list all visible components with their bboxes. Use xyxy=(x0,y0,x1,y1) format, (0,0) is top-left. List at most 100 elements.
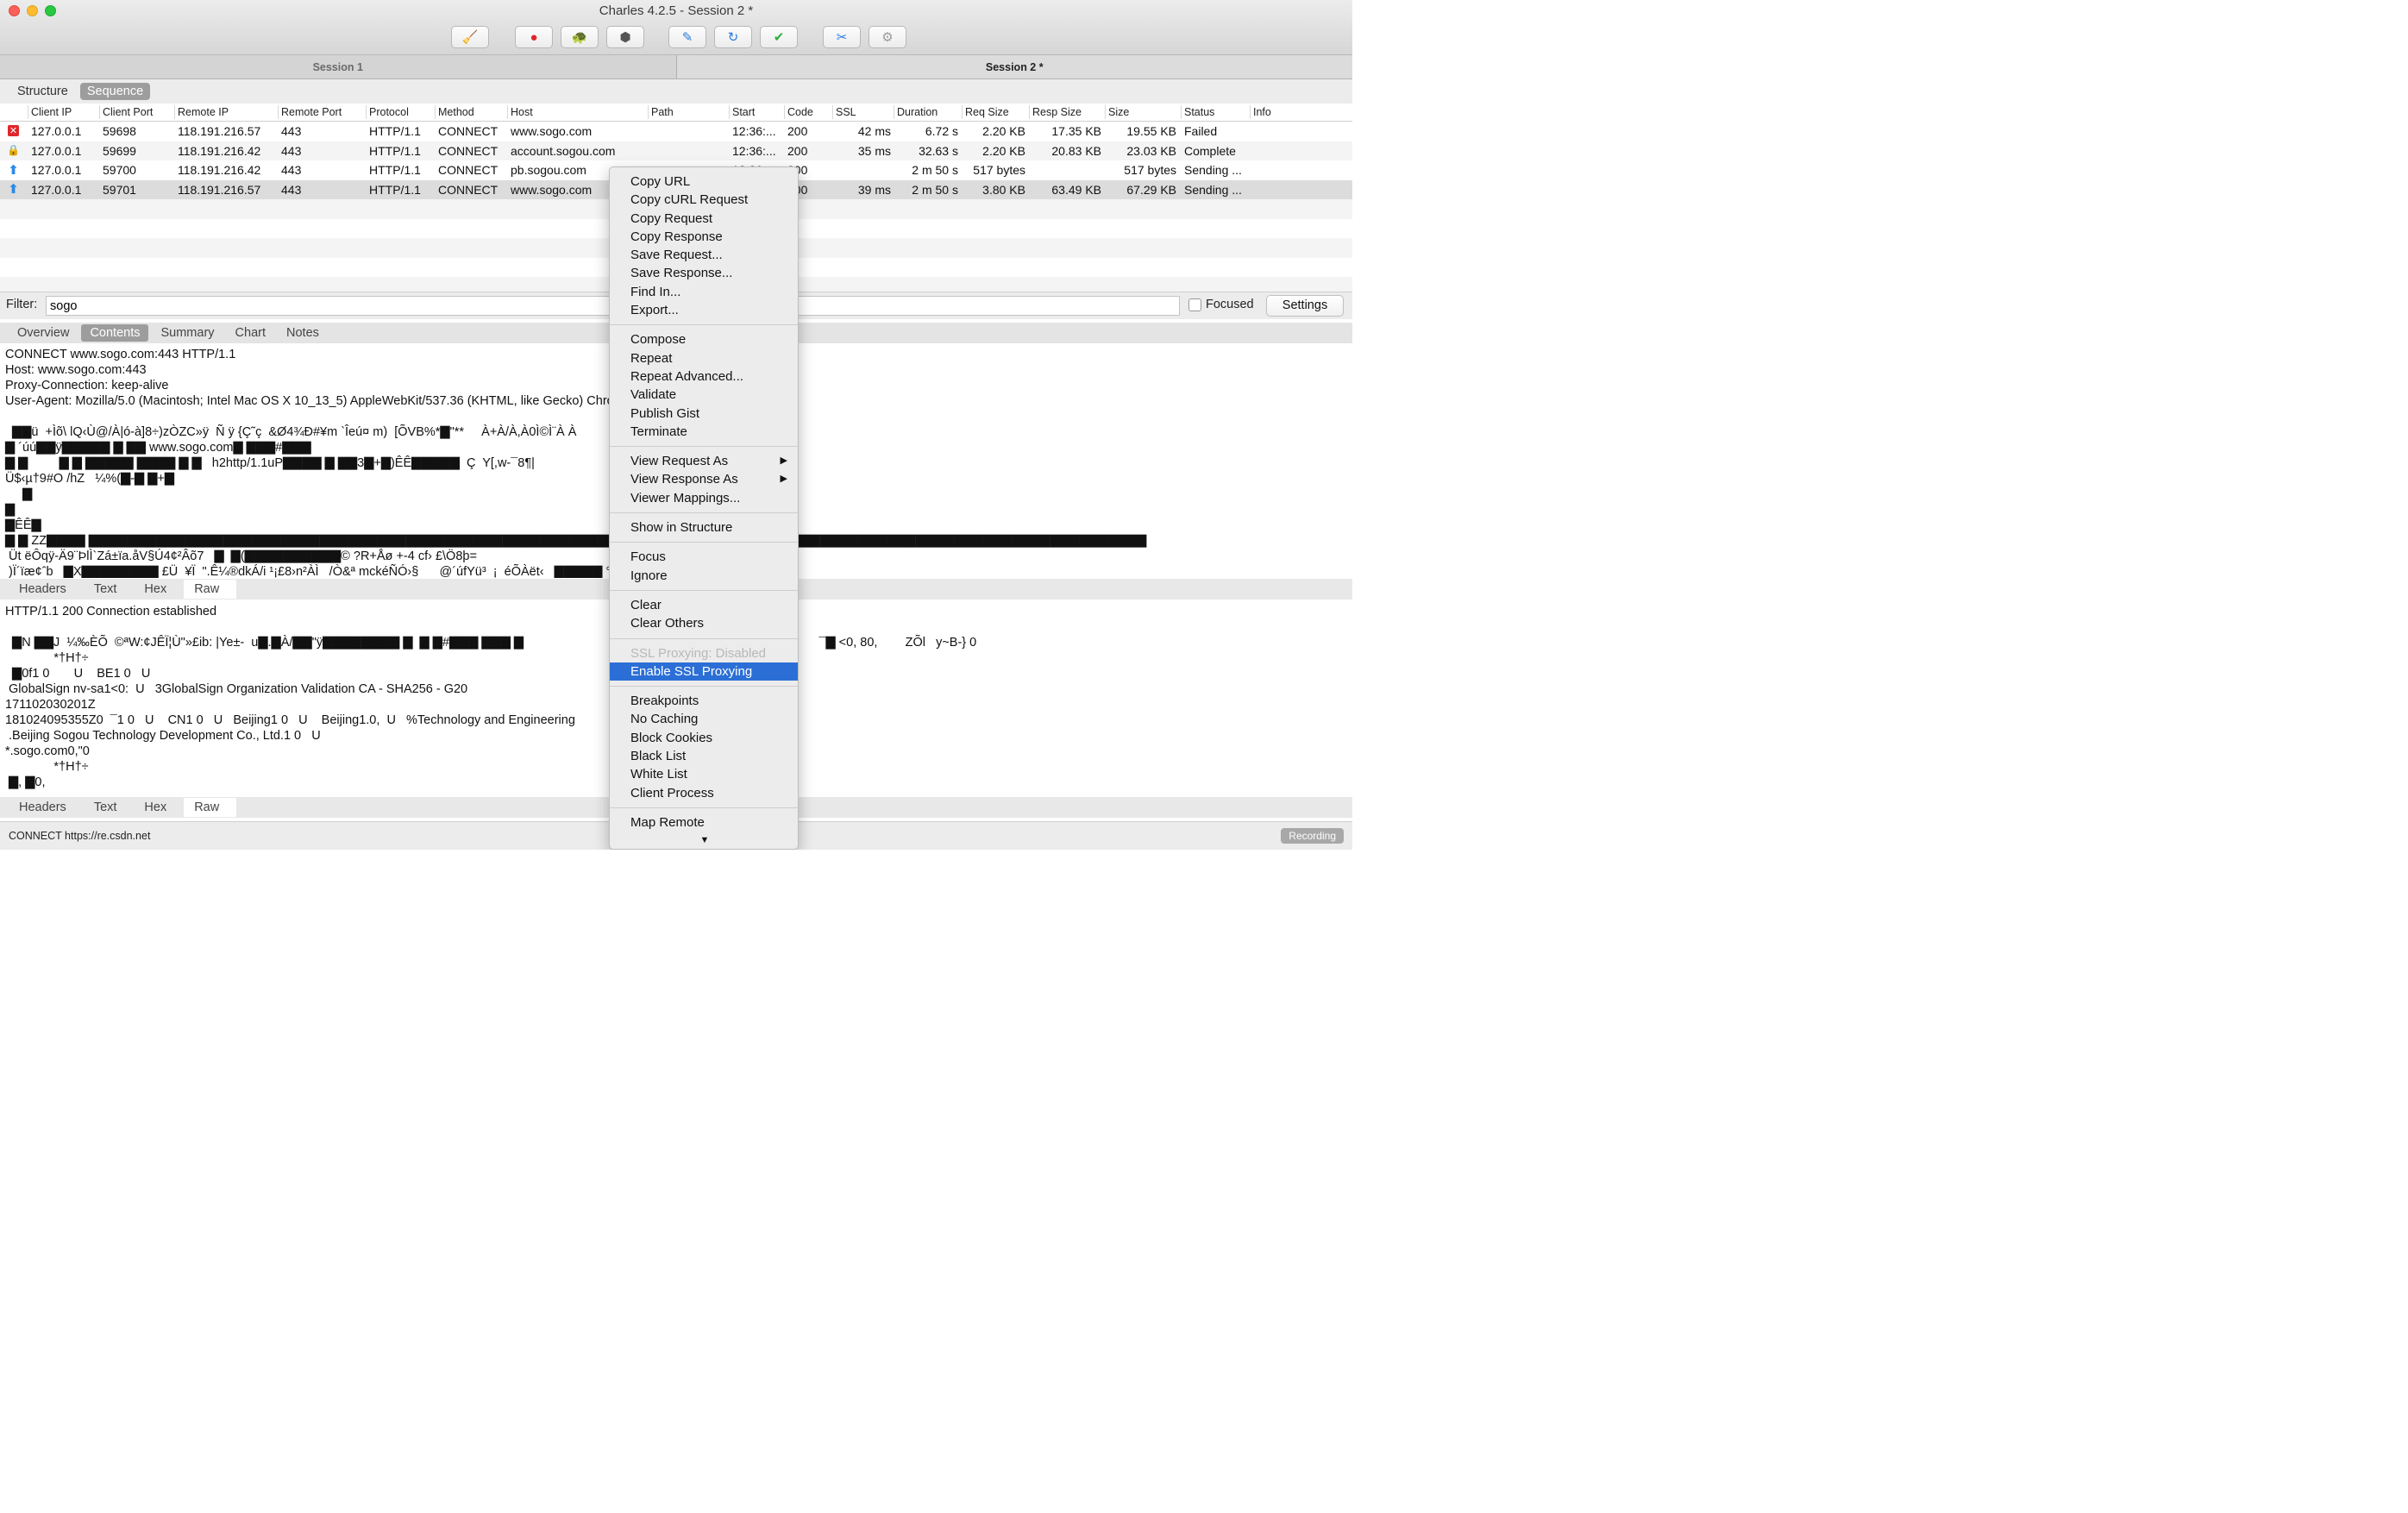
column-divider[interactable] xyxy=(507,105,508,119)
menu-item-clear-others[interactable]: Clear Others xyxy=(610,614,798,632)
column-divider[interactable] xyxy=(1250,105,1251,119)
menu-item-view-response-as[interactable]: View Response As ▶ xyxy=(610,470,798,488)
column-header-ssl[interactable]: SSL xyxy=(836,106,856,118)
validate-check-button[interactable]: ✔ xyxy=(760,26,798,48)
menu-item-publish-gist[interactable]: Publish Gist xyxy=(610,405,798,423)
menu-item-find-in[interactable]: Find In... xyxy=(610,283,798,301)
compose-pen-button[interactable]: ✎ xyxy=(668,26,706,48)
tab-sequence[interactable]: Sequence xyxy=(79,83,151,100)
menu-item-black-list[interactable]: Black List xyxy=(610,747,798,765)
menu-item-save-response[interactable]: Save Response... xyxy=(610,264,798,282)
response-tab-headers[interactable]: Headers xyxy=(9,798,84,817)
menu-item-label: Show in Structure xyxy=(630,520,733,536)
column-header-status[interactable]: Status xyxy=(1184,106,1214,118)
request-tab-headers[interactable]: Headers xyxy=(9,580,84,599)
tab-summary[interactable]: Summary xyxy=(152,324,223,342)
menu-item-copy-curl-request[interactable]: Copy cURL Request xyxy=(610,191,798,209)
column-header-protocol[interactable]: Protocol xyxy=(369,106,409,118)
column-divider[interactable] xyxy=(648,105,649,119)
recording-badge[interactable]: Recording xyxy=(1281,828,1344,844)
menu-item-repeat[interactable]: Repeat xyxy=(610,349,798,367)
menu-item-clear[interactable]: Clear xyxy=(610,596,798,614)
tab-contents[interactable]: Contents xyxy=(81,324,149,342)
menu-item-terminate[interactable]: Terminate xyxy=(610,423,798,441)
breakpoint-hexagon-button[interactable]: ⬢ xyxy=(606,26,644,48)
throttle-turtle-button[interactable]: 🐢 xyxy=(561,26,599,48)
broom-button[interactable]: 🧹 xyxy=(451,26,489,48)
menu-item-repeat-advanced[interactable]: Repeat Advanced... xyxy=(610,367,798,386)
column-divider[interactable] xyxy=(1029,105,1030,119)
response-tab-hex[interactable]: Hex xyxy=(134,798,184,817)
column-divider[interactable] xyxy=(278,105,279,119)
menu-item-copy-response[interactable]: Copy Response xyxy=(610,228,798,246)
menu-item-white-list[interactable]: White List xyxy=(610,765,798,783)
menu-item-block-cookies[interactable]: Block Cookies xyxy=(610,729,798,747)
table-row[interactable]: ✕ 127.0.0.1 59698 118.191.216.57 443 HTTP/1.1… xyxy=(0,122,1352,141)
menu-item-breakpoints[interactable]: Breakpoints xyxy=(610,692,798,710)
menu-item-client-process[interactable]: Client Process xyxy=(610,784,798,802)
menu-item-copy-url[interactable]: Copy URL xyxy=(610,173,798,191)
filter-settings-button[interactable]: Settings xyxy=(1266,295,1344,317)
menu-item-map-remote[interactable]: Map Remote xyxy=(610,813,798,832)
menu-item-view-request-as[interactable]: View Request As ▶ xyxy=(610,452,798,470)
column-header-host[interactable]: Host xyxy=(511,106,533,118)
menu-scroll-down-icon[interactable]: ▼ xyxy=(610,835,798,845)
menu-separator xyxy=(610,542,798,543)
column-header-duration[interactable]: Duration xyxy=(897,106,937,118)
menu-item-no-caching[interactable]: No Caching xyxy=(610,710,798,728)
repeat-button[interactable]: ↻ xyxy=(714,26,752,48)
request-tab-raw[interactable]: Raw xyxy=(184,580,237,599)
response-tab-raw[interactable]: Raw xyxy=(184,798,237,817)
column-header-info[interactable]: Info xyxy=(1253,106,1271,118)
response-tab-text[interactable]: Text xyxy=(84,798,135,817)
column-divider[interactable] xyxy=(784,105,785,119)
cell-remote-port: 443 xyxy=(281,182,302,197)
column-header-client-ip[interactable]: Client IP xyxy=(31,106,72,118)
table-row[interactable]: 🔒 127.0.0.1 59699 118.191.216.42 443 HTTP/1.1… xyxy=(0,141,1352,160)
menu-item-enable-ssl-proxying[interactable]: Enable SSL Proxying xyxy=(610,662,798,681)
cell-size: 67.29 KB xyxy=(1126,182,1176,197)
tools-button[interactable]: ✂ xyxy=(823,26,861,48)
column-divider[interactable] xyxy=(1105,105,1106,119)
record-button[interactable]: ● xyxy=(515,26,553,48)
menu-item-ignore[interactable]: Ignore xyxy=(610,567,798,585)
column-divider[interactable] xyxy=(962,105,963,119)
column-header-method[interactable]: Method xyxy=(438,106,474,118)
column-header-size[interactable]: Size xyxy=(1108,106,1129,118)
column-divider[interactable] xyxy=(174,105,175,119)
menu-item-save-request[interactable]: Save Request... xyxy=(610,246,798,264)
menu-item-compose[interactable]: Compose xyxy=(610,330,798,348)
menu-item-export[interactable]: Export... xyxy=(610,301,798,319)
session-tab-2[interactable]: Session 2 * xyxy=(675,55,1352,78)
column-header-path[interactable]: Path xyxy=(651,106,674,118)
column-divider[interactable] xyxy=(435,105,436,119)
menu-item-focus[interactable]: Focus xyxy=(610,548,798,566)
column-header-start[interactable]: Start xyxy=(732,106,755,118)
column-header-resp-size[interactable]: Resp Size xyxy=(1032,106,1082,118)
request-tab-hex[interactable]: Hex xyxy=(134,580,184,599)
column-divider[interactable] xyxy=(1181,105,1182,119)
column-header-req-size[interactable]: Req Size xyxy=(965,106,1009,118)
request-tab-text[interactable]: Text xyxy=(84,580,135,599)
column-header-client-port[interactable]: Client Port xyxy=(103,106,153,118)
menu-item-show-in-structure[interactable]: Show in Structure xyxy=(610,518,798,537)
menu-item-validate[interactable]: Validate xyxy=(610,386,798,404)
session-tab-1[interactable]: Session 1 xyxy=(0,55,676,78)
menu-item-label: View Request As xyxy=(630,454,729,469)
focused-checkbox[interactable] xyxy=(1188,298,1201,311)
tab-chart[interactable]: Chart xyxy=(227,324,274,342)
column-divider[interactable] xyxy=(832,105,833,119)
column-divider[interactable] xyxy=(366,105,367,119)
tab-structure[interactable]: Structure xyxy=(10,83,75,100)
menu-item-viewer-mappings[interactable]: Viewer Mappings... xyxy=(610,489,798,507)
settings-gear-button[interactable]: ⚙ xyxy=(869,26,906,48)
column-header-remote-port[interactable]: Remote Port xyxy=(281,106,342,118)
tab-notes[interactable]: Notes xyxy=(278,324,328,342)
tab-overview[interactable]: Overview xyxy=(9,324,78,342)
menu-item-copy-request[interactable]: Copy Request xyxy=(610,210,798,228)
column-divider[interactable] xyxy=(99,105,100,119)
column-header-code[interactable]: Code xyxy=(787,106,813,118)
column-header-remote-ip[interactable]: Remote IP xyxy=(178,106,229,118)
column-divider[interactable] xyxy=(729,105,730,119)
cell-duration: 2 m 50 s xyxy=(912,182,958,197)
